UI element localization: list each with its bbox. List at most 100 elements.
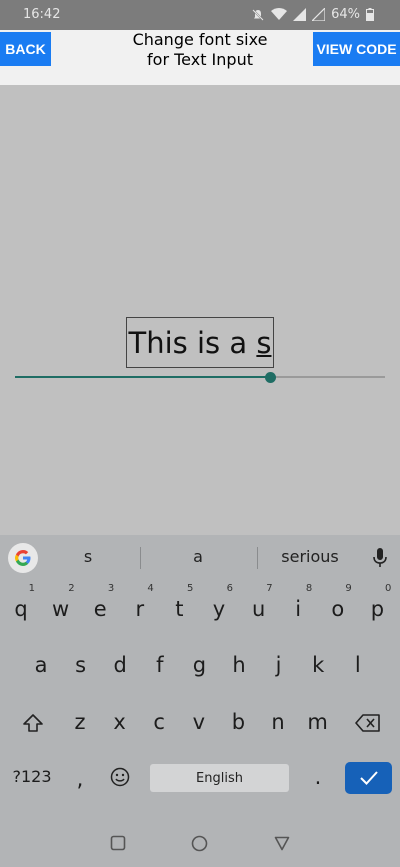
content-area: This is a s	[0, 85, 400, 535]
page-title-line1: Change font sixe	[132, 30, 268, 49]
key-k[interactable]: k	[300, 645, 336, 685]
status-time: 16:42	[23, 7, 61, 22]
shift-icon	[23, 714, 43, 732]
suggestion-bar: s a serious	[0, 535, 400, 581]
key-f[interactable]: f	[142, 645, 178, 685]
key-label: r	[135, 597, 145, 621]
key-hint: 7	[266, 583, 273, 594]
key-label: e	[93, 597, 107, 621]
key-label: j	[275, 653, 282, 677]
key-hint: 1	[28, 583, 35, 594]
emoji-key[interactable]	[102, 757, 138, 797]
key-label: n	[271, 710, 285, 734]
checkmark-icon	[359, 771, 378, 785]
key-j[interactable]: j	[261, 645, 297, 685]
google-icon[interactable]	[8, 543, 38, 573]
key-q[interactable]: q1	[3, 583, 39, 629]
suggestion-divider	[140, 547, 141, 569]
battery-percent: 64%	[331, 7, 360, 22]
period-key[interactable]: .	[300, 757, 336, 797]
symbols-key[interactable]: ?123	[7, 757, 57, 797]
view-code-button[interactable]: VIEW CODE	[313, 32, 400, 66]
key-y[interactable]: y6	[201, 583, 237, 629]
key-label: s	[75, 653, 87, 677]
space-key[interactable]: English	[150, 764, 289, 792]
key-z[interactable]: z	[62, 702, 98, 742]
header: BACK Change font sixe for Text Input VIE…	[0, 30, 400, 85]
text-input[interactable]: This is a s	[126, 317, 274, 368]
key-label: y	[212, 597, 226, 621]
backspace-icon	[355, 714, 380, 732]
slider-fill	[15, 376, 271, 378]
key-label: a	[34, 653, 48, 677]
key-label: g	[192, 653, 207, 677]
key-label: o	[331, 597, 345, 621]
key-label: x	[113, 710, 126, 734]
signal-2-icon	[312, 8, 326, 21]
key-label: z	[74, 710, 86, 734]
key-hint: 3	[107, 583, 115, 594]
key-i[interactable]: i8	[280, 583, 316, 629]
key-t[interactable]: t5	[161, 583, 197, 629]
key-label: v	[192, 710, 206, 734]
key-s[interactable]: s	[63, 645, 99, 685]
key-hint: 9	[345, 583, 352, 594]
key-h[interactable]: h	[221, 645, 257, 685]
key-d[interactable]: d	[102, 645, 138, 685]
key-hint: 0	[385, 583, 392, 594]
key-c[interactable]: c	[141, 702, 177, 742]
key-label: u	[251, 597, 266, 621]
wifi-icon	[271, 8, 288, 20]
status-bar: 16:42 64%	[0, 0, 400, 30]
key-l[interactable]: l	[340, 645, 376, 685]
key-label: b	[231, 710, 246, 734]
key-g[interactable]: g	[181, 645, 217, 685]
key-e[interactable]: e3	[82, 583, 118, 629]
signal-icon	[293, 8, 307, 21]
navigation-bar	[0, 820, 400, 867]
key-label: m	[307, 710, 328, 734]
key-n[interactable]: n	[260, 702, 296, 742]
key-label: l	[354, 653, 361, 677]
key-label: t	[175, 597, 184, 621]
text-input-value: This is a	[128, 325, 257, 360]
suggestion-1[interactable]: s	[58, 547, 118, 566]
home-icon[interactable]	[191, 835, 208, 852]
font-size-slider[interactable]	[15, 372, 385, 384]
bell-muted-icon	[252, 8, 264, 21]
shift-key[interactable]	[15, 703, 51, 743]
enter-key[interactable]	[345, 762, 392, 794]
key-label: i	[295, 597, 302, 621]
text-input-composing: s	[256, 325, 272, 360]
key-w[interactable]: w2	[43, 583, 79, 629]
back-button[interactable]: BACK	[0, 32, 51, 66]
key-label: c	[153, 710, 165, 734]
backspace-key[interactable]	[350, 703, 386, 743]
key-hint: 4	[147, 583, 154, 594]
soft-keyboard: s a serious q1w2e3r4t5y6u7i8o9p0 asdfghj…	[0, 535, 400, 820]
comma-key[interactable]: ,	[62, 759, 98, 799]
key-r[interactable]: r4	[122, 583, 158, 629]
suggestion-3[interactable]: serious	[270, 547, 350, 566]
slider-thumb[interactable]	[265, 372, 277, 383]
page-title: Change font sixe for Text Input	[100, 30, 300, 70]
key-v[interactable]: v	[181, 702, 217, 742]
key-hint: 5	[187, 583, 194, 594]
key-o[interactable]: o9	[320, 583, 356, 629]
key-a[interactable]: a	[23, 645, 59, 685]
recent-apps-icon[interactable]	[110, 835, 126, 851]
key-hint: 2	[68, 583, 75, 594]
page-title-line2: for Text Input	[147, 50, 253, 69]
key-label: h	[232, 653, 246, 677]
back-nav-icon[interactable]	[274, 836, 290, 851]
suggestion-2[interactable]: a	[168, 547, 228, 566]
key-p[interactable]: p0	[359, 583, 395, 629]
microphone-icon[interactable]	[372, 547, 388, 569]
key-label: p	[370, 597, 385, 621]
key-b[interactable]: b	[220, 702, 256, 742]
key-m[interactable]: m	[300, 702, 336, 742]
battery-icon	[366, 8, 374, 21]
key-x[interactable]: x	[102, 702, 138, 742]
emoji-icon	[110, 767, 130, 787]
key-u[interactable]: u7	[241, 583, 277, 629]
